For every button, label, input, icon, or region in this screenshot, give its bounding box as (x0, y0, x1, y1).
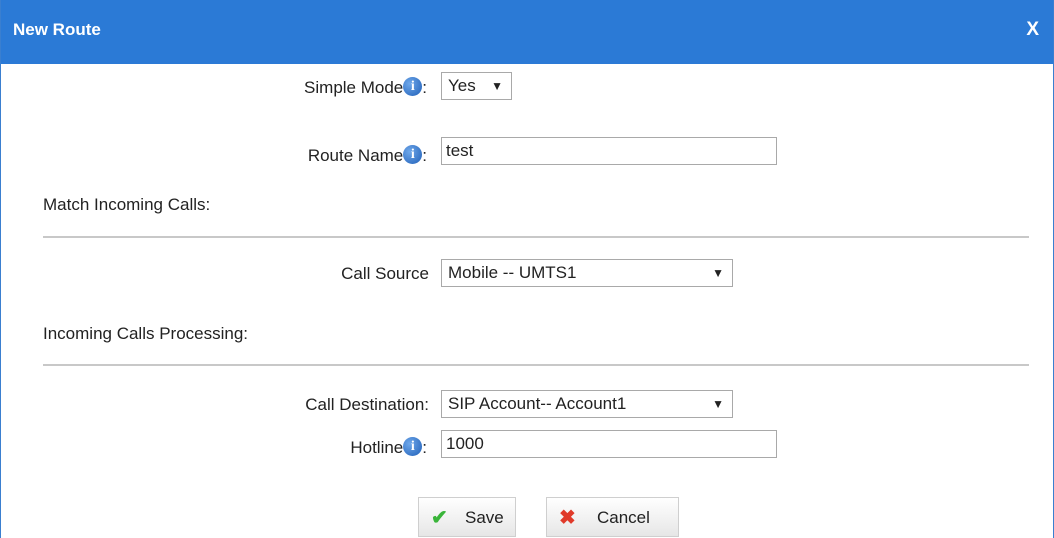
info-icon[interactable]: i (403, 437, 423, 456)
save-button[interactable]: ✔ Save (418, 497, 516, 537)
simple-mode-value: Yes (448, 76, 476, 95)
dialog-titlebar: New Route X (1, 0, 1053, 64)
label-colon: : (422, 78, 427, 97)
hotline-input[interactable]: 1000 (441, 430, 777, 458)
section-divider (43, 236, 1029, 238)
cancel-button-label: Cancel (597, 508, 650, 527)
call-source-value: Mobile -- UMTS1 (448, 263, 577, 282)
call-destination-select[interactable]: SIP Account-- Account1 ▼ (441, 390, 733, 418)
hotline-label: Hotline i: (350, 437, 427, 458)
new-route-dialog: New Route X Simple Mode i: Yes ▼ Route Na… (0, 0, 1054, 538)
save-button-label: Save (465, 508, 504, 527)
match-incoming-calls-heading: Match Incoming Calls: (43, 195, 211, 214)
incoming-calls-processing-heading: Incoming Calls Processing: (43, 324, 249, 343)
call-source-label: Call Source (341, 264, 429, 283)
dialog-title: New Route (13, 20, 101, 39)
chevron-down-icon: ▼ (712, 266, 724, 280)
route-name-label-text: Route Name (307, 146, 404, 165)
section-divider (43, 364, 1029, 366)
info-icon[interactable]: i (403, 77, 423, 96)
hotline-label-text: Hotline (350, 438, 404, 457)
label-colon: : (422, 438, 427, 457)
label-colon: : (422, 146, 427, 165)
chevron-down-icon: ▼ (491, 79, 503, 93)
cancel-button[interactable]: ✖ Cancel (546, 497, 679, 537)
chevron-down-icon: ▼ (712, 397, 724, 411)
route-name-input[interactable]: test (441, 137, 777, 165)
simple-mode-label-text: Simple Mode (304, 78, 404, 97)
simple-mode-label: Simple Mode i: (304, 77, 427, 98)
cross-icon: ✖ (559, 507, 576, 529)
close-icon[interactable]: X (1026, 19, 1039, 41)
call-source-select[interactable]: Mobile -- UMTS1 ▼ (441, 259, 733, 287)
checkmark-icon: ✔ (431, 507, 448, 529)
route-name-label: Route Name i: (308, 145, 427, 166)
info-icon[interactable]: i (403, 145, 423, 164)
call-destination-label: Call Destination: (305, 395, 429, 414)
call-destination-value: SIP Account-- Account1 (448, 394, 627, 413)
simple-mode-select[interactable]: Yes ▼ (441, 72, 512, 100)
